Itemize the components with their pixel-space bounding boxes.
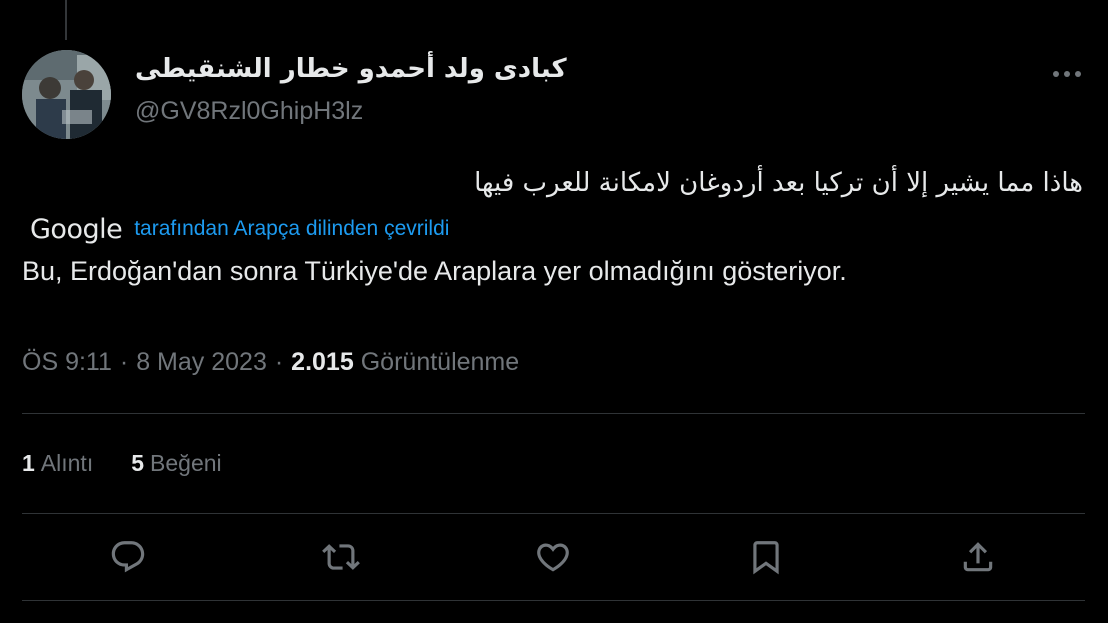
tweet-time[interactable]: ÖS 9:11 bbox=[22, 348, 112, 377]
quotes-count: 1 bbox=[22, 450, 35, 476]
views-count: 2.015 bbox=[291, 348, 354, 376]
quotes-stat[interactable]: 1 Alıntı bbox=[22, 450, 93, 477]
avatar[interactable] bbox=[22, 50, 111, 139]
divider bbox=[22, 413, 1085, 414]
share-icon bbox=[963, 542, 993, 572]
author-display-name[interactable]: كبادى ولد أحمدو خطار الشنقيطى bbox=[135, 54, 567, 84]
tweet-date[interactable]: 8 May 2023 bbox=[136, 348, 267, 377]
translation-note-link[interactable]: tarafından Arapça dilinden çevrildi bbox=[134, 217, 449, 241]
like-icon bbox=[537, 543, 569, 572]
tweet-translated-text: Bu, Erdoğan'dan sonra Türkiye'de Araplar… bbox=[22, 256, 847, 286]
reply-icon bbox=[111, 541, 145, 573]
likes-count: 5 bbox=[131, 450, 145, 476]
avatar-photo bbox=[22, 50, 111, 139]
thread-connector-line bbox=[65, 0, 67, 40]
share-button[interactable] bbox=[958, 537, 998, 577]
like-button[interactable] bbox=[533, 537, 573, 577]
meta-separator: · bbox=[119, 348, 129, 376]
divider bbox=[22, 513, 1085, 514]
bookmark-icon bbox=[753, 541, 779, 575]
translation-attribution: Google tarafından Arapça dilinden çevril… bbox=[30, 212, 449, 246]
tweet-original-text: هاذا مما يشير إلا أن تركيا بعد أردوغان ل… bbox=[474, 168, 1083, 198]
tweet-meta: ÖS 9:11 · 8 May 2023 · 2.015 Görüntülenm… bbox=[22, 348, 519, 377]
likes-stat[interactable]: 5 Beğeni bbox=[131, 450, 221, 477]
quotes-label: Alıntı bbox=[40, 450, 94, 476]
retweet-icon bbox=[322, 544, 360, 570]
meta-separator: · bbox=[274, 348, 284, 376]
retweet-button[interactable] bbox=[321, 537, 361, 577]
divider bbox=[22, 600, 1085, 601]
bookmark-button[interactable] bbox=[746, 537, 786, 577]
likes-label: Beğeni bbox=[150, 450, 222, 476]
author-handle[interactable]: @GV8Rzl0GhipH3lz bbox=[135, 97, 363, 126]
google-logo: Google bbox=[30, 213, 123, 245]
more-options-icon[interactable] bbox=[1050, 64, 1084, 84]
views-label: Görüntülenme bbox=[360, 348, 520, 376]
tweet-stats: 1 Alıntı 5 Beğeni bbox=[22, 450, 222, 477]
reply-button[interactable] bbox=[108, 537, 148, 577]
